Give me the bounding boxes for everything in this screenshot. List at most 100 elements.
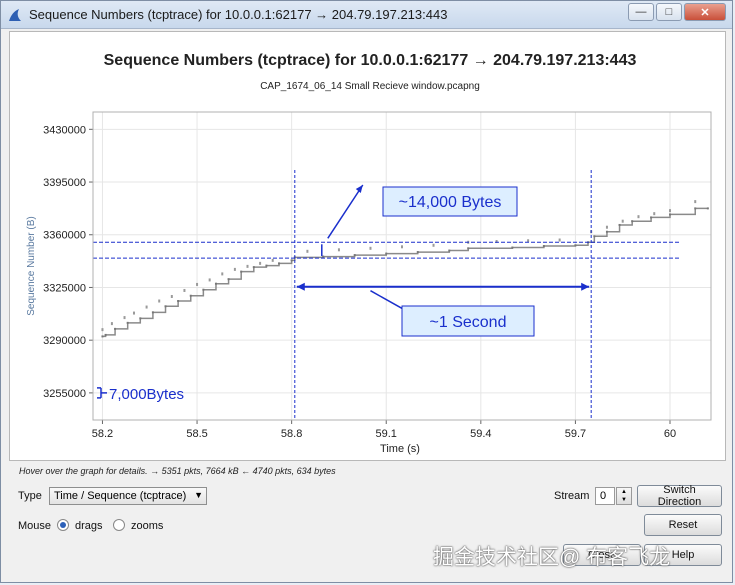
window-point <box>123 316 126 320</box>
sequence-point <box>227 278 230 281</box>
y-tick-label: 3290000 <box>43 335 86 347</box>
pointer-head-bytes <box>355 185 363 193</box>
y-tick-label: 3430000 <box>43 124 86 136</box>
chart-title: Sequence Numbers (tcptrace) for 10.0.0.1… <box>104 52 637 69</box>
sequence-point <box>126 321 129 324</box>
graph-window: Sequence Numbers (tcptrace) for 10.0.0.1… <box>0 0 733 583</box>
chevron-down-icon: ▼ <box>194 490 203 500</box>
window-point <box>637 215 640 219</box>
sequence-point <box>448 249 451 252</box>
sequence-point <box>265 264 268 267</box>
window-point <box>605 225 608 229</box>
drags-radio[interactable] <box>57 519 69 531</box>
sequence-point <box>164 305 167 308</box>
sequence-point <box>385 252 388 255</box>
plot-frame <box>92 111 712 421</box>
window-point <box>653 212 656 216</box>
stream-spinbox[interactable]: 0 <box>595 487 615 505</box>
sequence-point <box>593 235 596 238</box>
spin-up-icon[interactable]: ▲ <box>621 489 627 495</box>
zooms-label: zooms <box>131 520 164 532</box>
second-annotation-text: ~1 Second <box>430 314 507 331</box>
maximize-button[interactable]: □ <box>656 3 682 21</box>
sequence-point <box>139 317 142 320</box>
sequence-point <box>189 294 192 297</box>
spin-down-icon[interactable]: ▼ <box>621 497 627 503</box>
sequence-chart[interactable]: Sequence Numbers (tcptrace) for 10.0.0.1… <box>10 32 725 460</box>
graph-type-select[interactable]: Time / Sequence (tcptrace) ▼ <box>49 487 207 505</box>
sequence-point <box>669 213 672 216</box>
sequence-point <box>240 270 243 273</box>
window-point <box>170 294 173 298</box>
watermark: 掘金技术社区@ 布客飞龙 <box>433 546 671 569</box>
drags-label: drags <box>75 520 103 532</box>
title-bar[interactable]: Sequence Numbers (tcptrace) for 10.0.0.1… <box>1 1 732 29</box>
window-point <box>208 278 211 282</box>
sequence-point <box>104 333 107 336</box>
x-tick-label: 60 <box>664 428 676 440</box>
sequence-point <box>353 254 356 257</box>
zooms-radio[interactable] <box>113 519 125 531</box>
x-tick-label: 58.8 <box>281 428 302 440</box>
x-axis-label: Time (s) <box>380 443 420 455</box>
sequence-point <box>511 246 514 249</box>
y-axis-label: Sequence Number (B) <box>26 216 37 316</box>
sequence-point <box>706 207 709 210</box>
sequence-point <box>574 244 577 247</box>
stream-stepper[interactable]: ▲ ▼ <box>616 487 632 505</box>
sequence-point <box>650 216 653 219</box>
sequence-point <box>290 259 293 262</box>
window-point <box>196 282 199 286</box>
graph-type-value: Time / Sequence (tcptrace) <box>54 490 187 502</box>
window-point <box>306 249 309 253</box>
sequence-point <box>177 300 180 303</box>
x-tick-label: 59.4 <box>470 428 491 440</box>
sequence-point <box>202 288 205 291</box>
sequence-point <box>605 230 608 233</box>
sequence-point <box>694 207 697 210</box>
pointer-arrow-bytes <box>327 184 364 239</box>
reset-button[interactable]: Reset <box>644 514 722 536</box>
window-point <box>694 200 697 204</box>
window-title: Sequence Numbers (tcptrace) for 10.0.0.1… <box>29 7 448 22</box>
y-tick-label: 3255000 <box>43 388 86 400</box>
window-point <box>233 267 236 271</box>
sequence-point <box>252 266 255 269</box>
sequence-point <box>101 335 104 338</box>
sequence-point <box>542 245 545 248</box>
sequence-point <box>278 262 281 265</box>
type-label: Type <box>18 490 42 502</box>
bytes-annotation-text: ~14,000 Bytes <box>399 194 502 211</box>
x-tick-label: 58.2 <box>92 428 113 440</box>
chart-subtitle: CAP_1674_06_14 Small Recieve window.pcap… <box>260 81 480 92</box>
window-point <box>432 243 435 247</box>
window-point <box>221 272 224 276</box>
window-point <box>183 288 186 292</box>
minimize-button[interactable]: — <box>628 3 654 21</box>
window-point <box>271 258 274 262</box>
close-window-button[interactable]: ✕ <box>684 3 726 21</box>
window-point <box>145 305 148 309</box>
sequence-point <box>151 311 154 314</box>
sequence-point <box>618 223 621 226</box>
sequence-point <box>631 220 634 223</box>
mouse-label: Mouse <box>18 520 52 532</box>
window-point <box>369 246 372 250</box>
shark-fin-icon <box>9 9 21 21</box>
arrow-head-left <box>296 282 305 291</box>
hover-info-text: Hover over the graph for details. → 5351… <box>19 466 336 476</box>
sequence-point <box>416 251 419 254</box>
sequence-point <box>114 327 117 330</box>
switch-direction-button[interactable]: Switch Direction <box>637 484 722 508</box>
window-point <box>110 322 113 326</box>
x-tick-label: 59.7 <box>565 428 586 440</box>
window-controls: — □ ✕ <box>628 3 726 23</box>
window-point <box>158 299 161 303</box>
window-point <box>558 238 561 242</box>
sequence-point <box>467 247 470 250</box>
y-tick-label: 3395000 <box>43 177 86 189</box>
arrow-head-right <box>581 282 590 291</box>
y-tick-label: 3360000 <box>43 230 86 242</box>
small-bytes-annotation: 7,000Bytes <box>109 386 184 403</box>
graph-panel[interactable]: Sequence Numbers (tcptrace) for 10.0.0.1… <box>9 31 726 461</box>
